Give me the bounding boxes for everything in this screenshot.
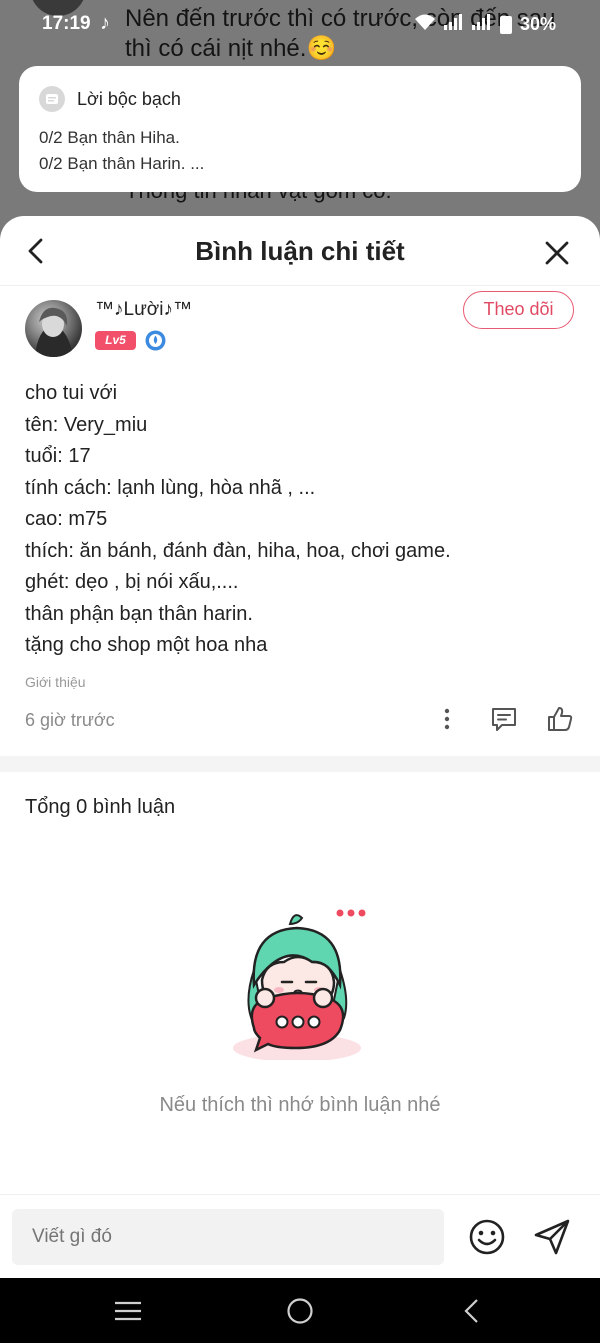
comment-tag[interactable]: Giới thiệu [25,674,575,690]
message-icon [39,86,65,112]
avatar[interactable] [25,300,82,357]
like-icon[interactable] [545,704,575,734]
notification-card[interactable]: Lời bộc bạch 0/2 Bạn thân Hiha. 0/2 Bạn … [19,66,581,192]
comment-line: ghét: dẹo , bị nói xấu,.... [25,571,239,593]
menu-icon[interactable] [113,1296,143,1326]
mascot-illustration [233,909,366,1060]
section-divider [0,755,600,772]
level-badge: Lv5 [95,331,136,350]
close-button[interactable] [544,240,570,266]
follow-button[interactable]: Theo dõi [463,291,574,329]
comment-input[interactable] [12,1209,444,1265]
comment-body: cho tui với tên: Very_miu tuổi: 17 tính … [0,378,600,690]
comment-line: thích: ăn bánh, đánh đàn, hiha, hoa, chơ… [25,539,451,562]
comments-total: Tổng 0 bình luận [25,795,176,818]
notification-line: 0/2 Bạn thân Harin. ... [39,154,205,173]
comment-line: tính cách: lạnh lùng, hòa nhã , ... [25,476,316,499]
comment-meta: 6 giờ trước [0,690,600,750]
notification-line: 0/2 Bạn thân Hiha. [39,128,180,147]
status-bar: 17:19 ♪ 30% [0,0,600,50]
comment-time: 6 giờ trước [25,709,115,730]
reply-icon[interactable] [489,704,519,734]
comment-line: thân phận bạn thân harin. [25,602,253,625]
home-icon[interactable] [285,1296,315,1326]
signal-icon [443,14,464,35]
comment-input-bar [0,1194,600,1278]
send-icon[interactable] [532,1217,572,1257]
comment-line: tặng cho shop một hoa nha [25,634,268,656]
more-options-icon[interactable] [432,704,462,734]
comment-line: cao: m75 [25,508,108,530]
wifi-icon [414,13,436,36]
comment-author: ™♪Lười♪™ Lv5 Theo dõi [0,286,600,366]
battery-icon [499,15,512,34]
comment-detail-sheet: Bình luận chi tiết ™♪Lười♪™ Lv5 Theo dõi… [0,216,600,1278]
battery-percent: 30% [519,14,556,34]
author-name[interactable]: ™♪Lười♪™ [95,299,192,321]
emoji-icon[interactable] [467,1217,507,1257]
notification-title: Lời bộc bạch [77,88,181,109]
back-nav-icon[interactable] [457,1296,487,1326]
comment-line: cho tui với [25,382,118,404]
page-title: Bình luận chi tiết [195,236,405,266]
signal-icon-2 [471,14,492,35]
empty-state-text: Nếu thích thì nhớ bình luận nhé [159,1094,441,1116]
tiktok-icon: ♪ [100,12,110,34]
status-time: 17:19 [42,13,91,34]
sheet-header: Bình luận chi tiết [0,216,600,286]
verified-icon [145,330,166,351]
system-navigation-bar [0,1278,600,1343]
status-icons: 30% [414,13,556,36]
comment-line: tên: Very_miu [25,413,148,436]
comment-line: tuổi: 17 [25,445,91,467]
